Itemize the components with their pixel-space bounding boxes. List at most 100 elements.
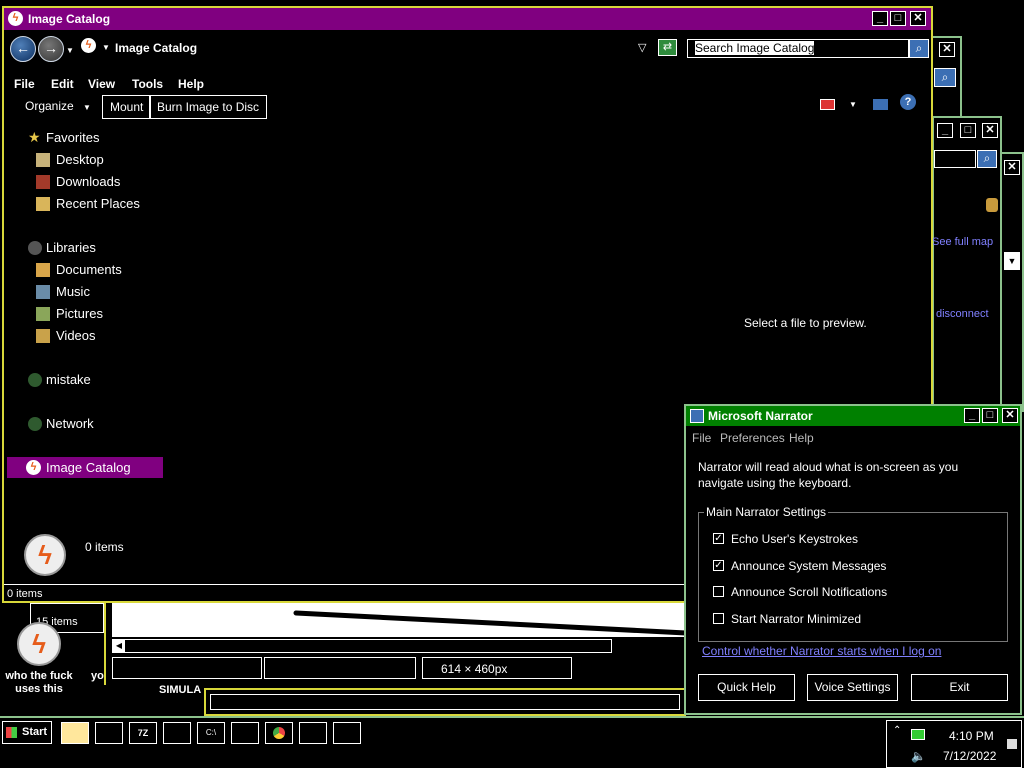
nav-desktop[interactable]: Desktop [56,152,104,167]
organize-button[interactable]: Organize ▼ [25,95,91,119]
network-status-icon[interactable] [911,729,925,740]
refresh-icon[interactable]: ⇄ [658,39,677,56]
scroll-left-arrow[interactable]: ◀ [113,640,125,652]
notification-area: ⌃ 🔈 4:10 PM 7/12/2022 [886,720,1022,768]
window-title: Image Catalog [28,12,111,26]
close-button[interactable]: ✕ [982,123,998,138]
clock-date[interactable]: 7/12/2022 [943,749,996,763]
title-bar[interactable]: ϟ Image Catalog _ □ ✕ [4,8,931,30]
taskbar-window-icon[interactable] [163,722,191,744]
desktop-icon-label: who the fuck uses this [5,670,73,695]
taskbar-cmd-icon[interactable]: C:\ [197,722,225,744]
search-input[interactable]: Search Image Catalog [687,39,909,58]
horizontal-scrollbar[interactable]: ◀ [112,639,612,653]
desktop-icon[interactable]: ϟ who the fuck uses this [0,620,80,700]
history-dropdown-icon[interactable]: ▼ [66,46,74,55]
clock-time[interactable]: 4:10 PM [949,729,994,743]
nav-videos[interactable]: Videos [56,328,96,343]
minimize-button[interactable]: _ [937,123,953,138]
maximize-button[interactable]: □ [982,408,998,423]
echo-keystrokes-label: Echo User's Keystrokes [731,532,859,546]
view-dropdown-icon[interactable]: ▼ [849,100,857,109]
nav-recent-places[interactable]: Recent Places [56,196,140,211]
see-full-map-link[interactable]: See full map [932,236,993,248]
taskbar-chrome-icon[interactable] [265,722,293,744]
narrator-menu-file[interactable]: File [692,431,711,445]
nav-music[interactable]: Music [56,284,90,299]
echo-keystrokes-checkbox[interactable]: ✓ [713,533,724,544]
narrator-title-bar[interactable]: Microsoft Narrator _ □ ✕ [686,406,1020,426]
computer-icon [28,373,42,387]
start-minimized-label: Start Narrator Minimized [731,612,862,626]
nav-mistake[interactable]: mistake [46,372,91,387]
search-icon[interactable]: ⌕ [909,39,929,58]
close-button[interactable]: ✕ [1002,408,1018,423]
taskbar-7zip-icon[interactable]: 7Z [129,722,157,744]
forward-button[interactable]: → [38,36,64,62]
preview-stroke [293,610,686,636]
announce-scroll-notifications-checkbox[interactable] [713,586,724,597]
announce-system-messages-checkbox[interactable]: ✓ [713,560,724,571]
nav-network[interactable]: Network [46,416,94,431]
search-icon[interactable]: ⌕ [977,150,997,168]
help-icon[interactable]: ? [900,94,916,110]
maximize-button[interactable]: □ [890,11,906,26]
startup-settings-link[interactable]: Control whether Narrator starts when I l… [702,644,941,658]
view-options-icon[interactable] [820,99,835,110]
minimize-button[interactable]: _ [964,408,980,423]
show-hidden-icons[interactable]: ⌃ [893,725,901,736]
breadcrumb-arrow-icon[interactable]: ▼ [102,43,110,52]
preview-pane-icon[interactable] [873,99,888,110]
quick-help-button[interactable]: Quick Help [698,674,795,701]
announce-scroll-notifications-label: Announce Scroll Notifications [731,585,888,599]
chrome-icon [273,727,285,739]
nav-pictures[interactable]: Pictures [56,306,103,321]
address-dropdown-icon[interactable]: ▽ [638,41,646,54]
narrator-menu-preferences[interactable]: Preferences [720,431,785,445]
close-button[interactable]: ✕ [1004,160,1020,175]
address-breadcrumb[interactable]: Image Catalog [115,41,197,55]
voice-settings-button[interactable]: Voice Settings [807,674,898,701]
nav-documents[interactable]: Documents [56,262,122,277]
taskbar-paint-icon[interactable] [231,722,259,744]
taskbar-settings-icon[interactable] [333,722,361,744]
desktop-label-yo: yo [91,670,104,682]
menu-help[interactable]: Help [178,77,204,91]
nav-downloads[interactable]: Downloads [56,174,120,189]
taskbar-explorer-icon[interactable] [61,722,89,744]
dropdown-arrow-icon[interactable]: ▼ [1004,252,1020,270]
organize-label: Organize [25,99,74,113]
close-button[interactable]: ✕ [939,42,955,57]
menu-edit[interactable]: Edit [51,77,74,91]
narrator-menu-help[interactable]: Help [789,431,814,445]
nav-libraries[interactable]: Libraries [46,240,96,255]
exit-button[interactable]: Exit [911,674,1008,701]
menu-view[interactable]: View [88,77,115,91]
preview-message: Select a file to preview. [744,316,867,330]
nav-favorites[interactable]: Favorites [46,130,99,145]
start-minimized-checkbox[interactable] [713,613,724,624]
menu-file[interactable]: File [14,77,35,91]
taskbar-network-icon[interactable] [299,722,327,744]
start-label: Start [22,726,48,738]
background-window-2: _ □ ✕ ⌕ See full map disconnect [932,116,1002,406]
menu-tools[interactable]: Tools [132,77,163,91]
lightning-app-icon: ϟ [17,622,61,666]
nav-image-catalog[interactable]: ϟ Image Catalog [7,457,163,478]
minimize-button[interactable]: _ [872,11,888,26]
volume-icon[interactable]: 🔈 [911,749,926,763]
maximize-button[interactable]: □ [960,123,976,138]
background-window-3: ✕ ▼ [1000,152,1024,412]
action-center-icon[interactable] [1007,739,1017,749]
disconnect-link[interactable]: disconnect [936,308,989,320]
search-field[interactable] [934,150,976,168]
close-button[interactable]: ✕ [910,11,926,26]
mount-button[interactable]: Mount [102,95,152,119]
burn-image-button[interactable]: Burn Image to Disc [149,95,268,119]
back-button[interactable]: ← [10,36,36,62]
start-button[interactable]: Start [2,721,52,744]
network-icon [28,417,42,431]
search-icon[interactable]: ⌕ [934,68,956,87]
taskbar-media-icon[interactable] [95,722,123,744]
statusbar-cell-2 [264,657,416,679]
